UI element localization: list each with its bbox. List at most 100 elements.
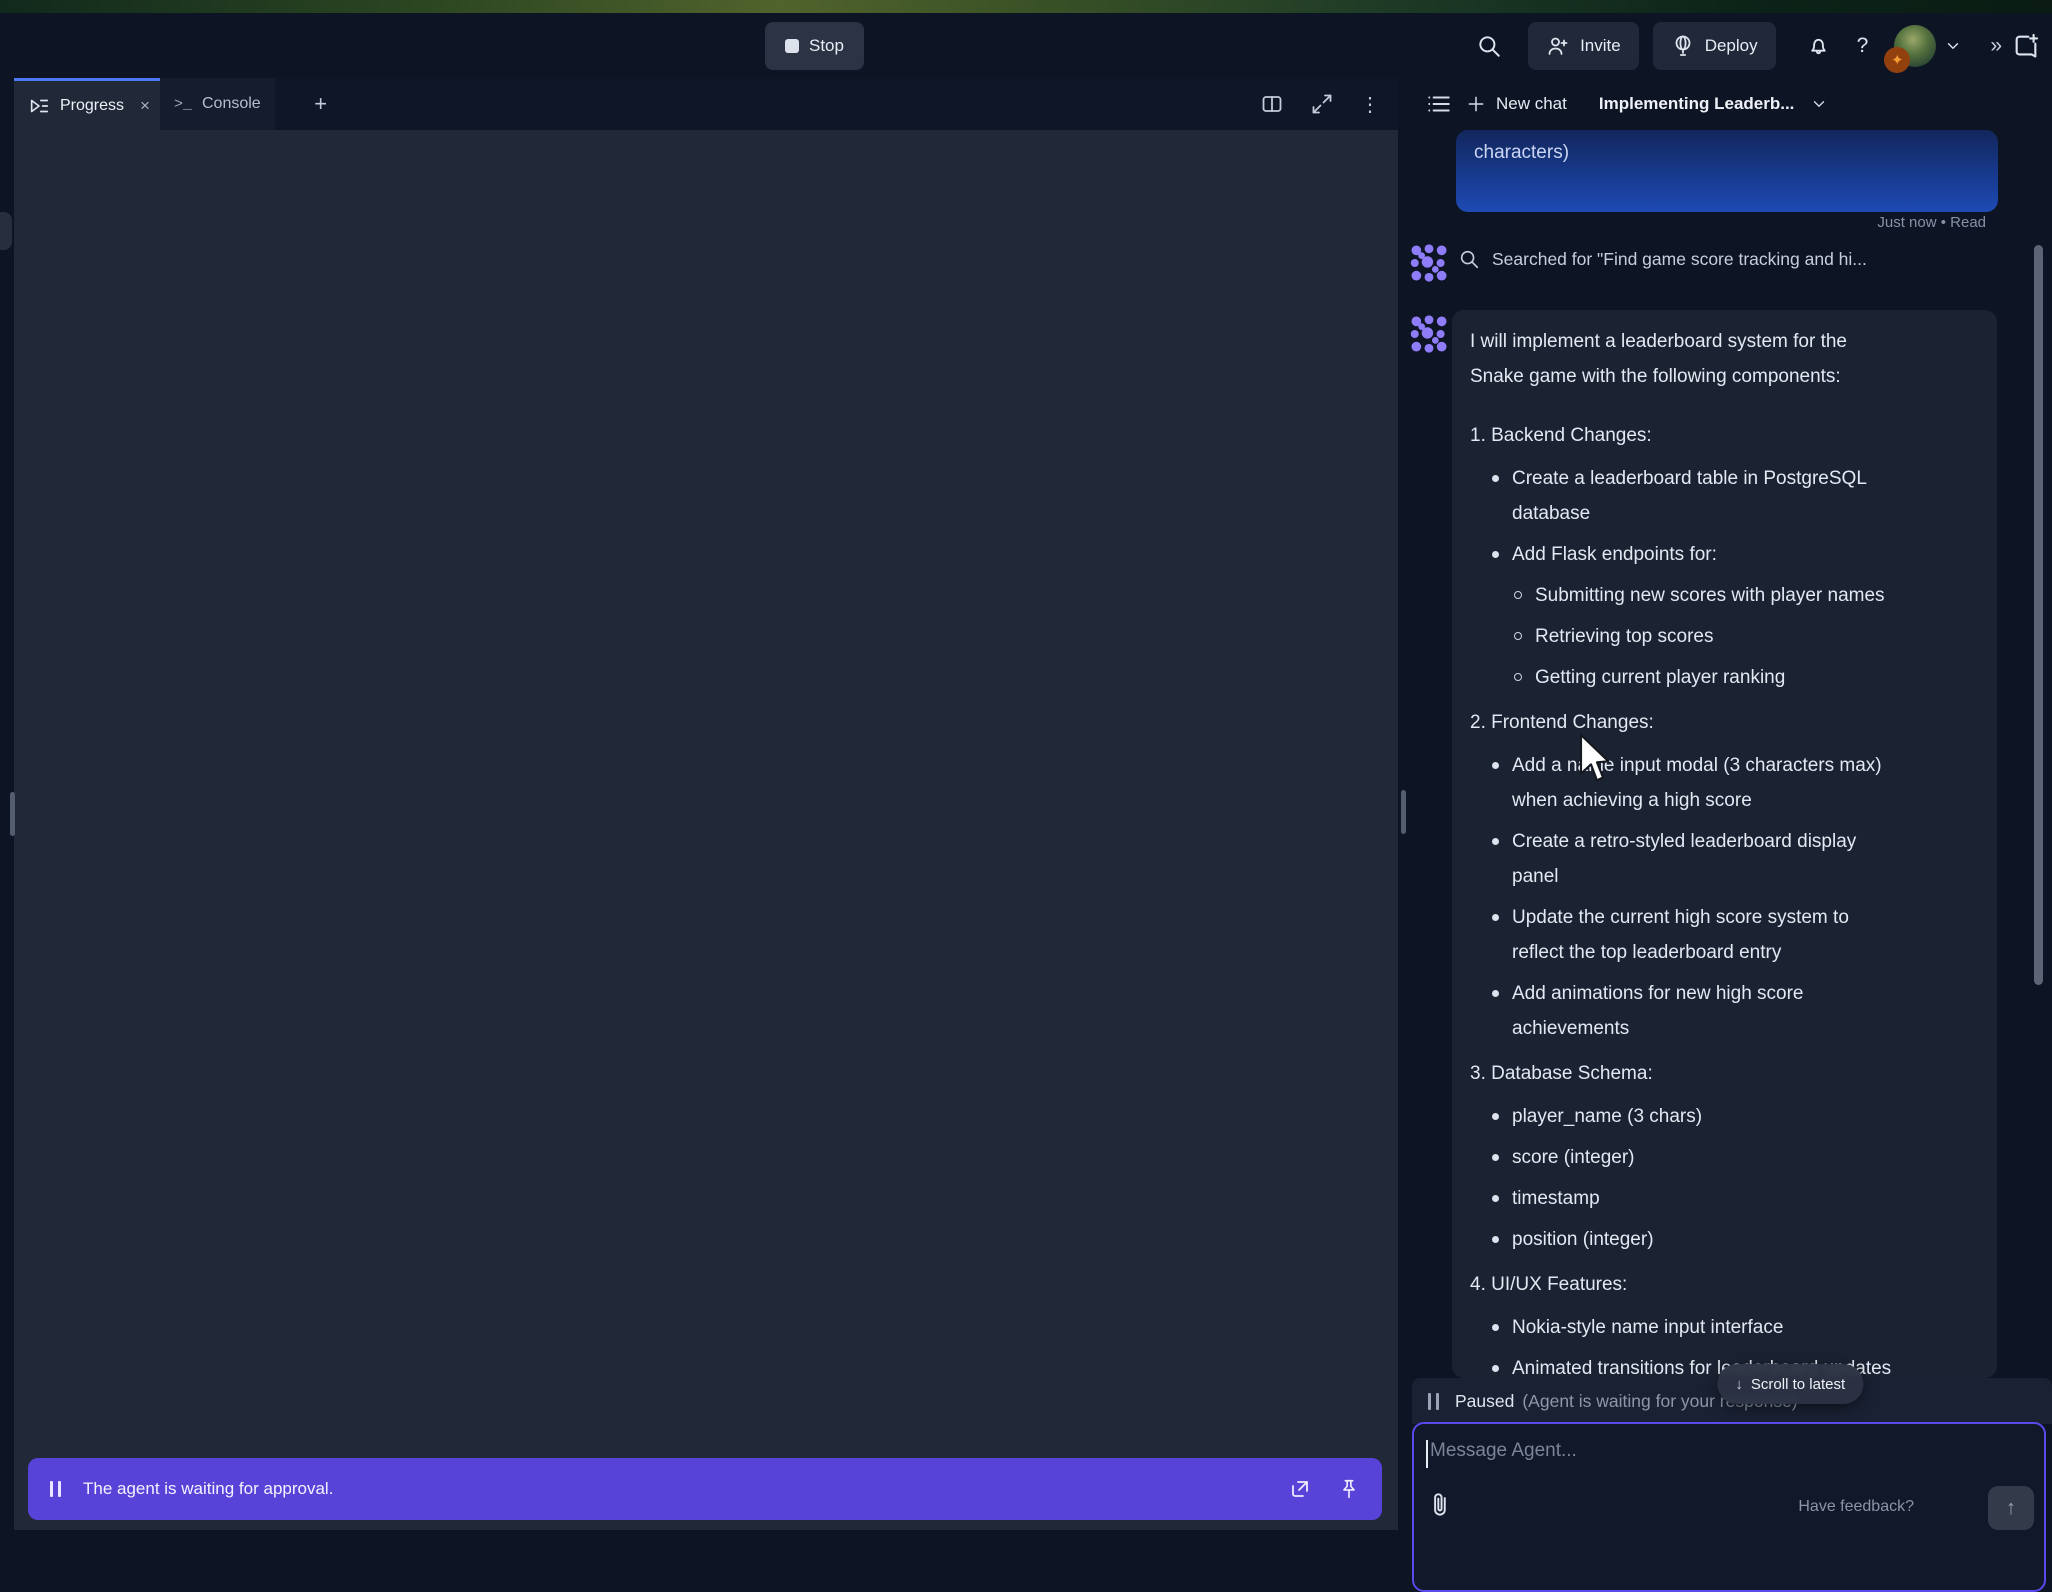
sub-bullet-item: Submitting new scores with player names (1492, 578, 1979, 613)
bullet-text: Nokia-style name input interface (1512, 1310, 1783, 1345)
sparkle-glyph: ✦ (1891, 51, 1904, 69)
section-title: 1. Backend Changes: (1470, 418, 1872, 453)
sub-bullet-text: Submitting new scores with player names (1535, 578, 1885, 613)
pin-icon[interactable] (1338, 1478, 1360, 1500)
deploy-button[interactable]: Deploy (1653, 22, 1776, 70)
bullet-item: Add animations for new high score achiev… (1492, 976, 1979, 1046)
message-meta: Just now • Read (1877, 214, 1986, 231)
panel-resize-handle[interactable] (1401, 790, 1406, 834)
invite-button[interactable]: Invite (1528, 22, 1639, 70)
sub-bullet-circle-icon (1514, 591, 1522, 599)
agent-logo-icon (1410, 315, 1448, 353)
agent-search-action-row[interactable]: Searched for "Find game score tracking a… (1458, 248, 1867, 270)
tab-progress-label: Progress (60, 97, 124, 115)
new-chat-label: New chat (1496, 94, 1567, 114)
split-view-icon[interactable] (1260, 92, 1284, 116)
tab-progress[interactable]: Progress × (14, 78, 160, 130)
bullet-dot-icon (1492, 1236, 1499, 1243)
edge-collapsed-button[interactable] (0, 212, 12, 250)
scroll-to-latest-button[interactable]: ↓ Scroll to latest (1717, 1364, 1863, 1404)
bullet-dot-icon (1492, 551, 1499, 558)
bullet-text: Create a retro-styled leaderboard displa… (1512, 824, 1898, 894)
sub-bullet-circle-icon (1514, 673, 1522, 681)
bullet-item: player_name (3 chars) (1492, 1099, 1979, 1134)
search-icon[interactable] (1476, 33, 1502, 59)
avatar[interactable]: ✦ (1894, 25, 1936, 67)
bullet-dot-icon (1492, 762, 1499, 769)
message-section: 3. Database Schema: player_name (3 chars… (1470, 1056, 1979, 1257)
sub-bullet-text: Getting current player ranking (1535, 660, 1785, 695)
stop-square-icon (785, 39, 799, 53)
bullet-dot-icon (1492, 1324, 1499, 1331)
sub-bullet-text: Retrieving top scores (1535, 619, 1713, 654)
left-resize-handle[interactable] (10, 792, 15, 836)
stop-label: Stop (809, 36, 844, 56)
bullet-item: timestamp (1492, 1181, 1979, 1216)
add-tab-button[interactable]: + (299, 78, 343, 130)
search-action-text: Searched for "Find game score tracking a… (1492, 249, 1867, 270)
section-title: 4. UI/UX Features: (1470, 1267, 1872, 1302)
sub-bullet-item: Retrieving top scores (1492, 619, 1979, 654)
user-message-text: characters) (1474, 142, 1569, 163)
bullet-item: Add Flask endpoints for: (1492, 537, 1979, 572)
help-icon[interactable]: ? (1857, 34, 1869, 58)
progress-pane: The agent is waiting for approval. (14, 130, 1398, 1530)
chat-list-icon[interactable] (1426, 91, 1452, 117)
deploy-label: Deploy (1705, 36, 1758, 56)
goto-source-icon[interactable] (1288, 1477, 1312, 1501)
pause-icon (1428, 1393, 1439, 1410)
notifications-bell-icon[interactable] (1806, 33, 1831, 58)
pane-menu-kebab-icon[interactable]: ⋮ (1360, 92, 1380, 117)
expand-pane-icon[interactable] (1310, 92, 1334, 116)
message-input[interactable]: Message Agent... Have feedback? ↑ (1412, 1422, 2046, 1592)
chat-scrollbar-thumb[interactable] (2034, 245, 2043, 985)
have-feedback-link[interactable]: Have feedback? (1798, 1498, 1914, 1516)
bullet-text: Add Flask endpoints for: (1512, 537, 1717, 572)
bullet-item: Nokia-style name input interface (1492, 1310, 1979, 1345)
agent-message-card: I will implement a leaderboard system fo… (1452, 310, 1997, 1378)
bullet-text: timestamp (1512, 1181, 1600, 1216)
collapse-panel-icon[interactable]: » (1990, 34, 2000, 58)
agent-chat-panel: New chat Implementing Leaderb... charact… (1412, 78, 2052, 1530)
bullet-item: Update the current high score system to … (1492, 900, 1979, 970)
deploy-icon (1671, 34, 1695, 58)
console-icon: >_ (174, 96, 192, 113)
progress-icon (28, 95, 50, 117)
new-thread-chat-icon[interactable] (2012, 32, 2040, 60)
bullet-dot-icon (1492, 1365, 1499, 1372)
message-section: 1. Backend Changes: Create a leaderboard… (1470, 418, 1979, 695)
invite-person-icon (1546, 34, 1570, 58)
close-tab-icon[interactable]: × (140, 96, 150, 116)
text-caret (1426, 1440, 1428, 1468)
tab-console[interactable]: >_ Console (160, 78, 275, 130)
bullet-dot-icon (1492, 990, 1499, 997)
bullet-text: Add a name input modal (3 characters max… (1512, 748, 1898, 818)
new-chat-button[interactable]: New chat (1466, 94, 1567, 114)
bullet-dot-icon (1492, 475, 1499, 482)
bullet-item: score (integer) (1492, 1140, 1979, 1175)
attach-paperclip-icon[interactable] (1428, 1490, 1454, 1520)
plus-icon (1466, 94, 1486, 114)
scroll-to-latest-label: Scroll to latest (1751, 1376, 1845, 1393)
arrow-up-icon: ↑ (2006, 1497, 2016, 1520)
bullet-item: Create a retro-styled leaderboard displa… (1492, 824, 1979, 894)
paused-status-strong: Paused (1455, 1391, 1514, 1412)
bullet-item: position (integer) (1492, 1222, 1979, 1257)
send-button[interactable]: ↑ (1988, 1486, 2034, 1530)
stop-button[interactable]: Stop (765, 22, 864, 70)
session-chevron-down-icon[interactable] (1810, 95, 1828, 113)
bullet-text: player_name (3 chars) (1512, 1099, 1702, 1134)
bullet-dot-icon (1492, 838, 1499, 845)
bullet-item: Add a name input modal (3 characters max… (1492, 748, 1979, 818)
topbar-right-cluster: Invite Deploy ? ✦ » (1476, 13, 2044, 78)
approval-banner-text: The agent is waiting for approval. (83, 1479, 333, 1499)
arrow-down-icon: ↓ (1735, 1376, 1743, 1393)
approval-banner: The agent is waiting for approval. (28, 1458, 1382, 1520)
session-title[interactable]: Implementing Leaderb... (1599, 94, 1795, 114)
message-input-placeholder: Message Agent... (1430, 1440, 1577, 1462)
bullet-text: Create a leaderboard table in PostgreSQL… (1512, 461, 1898, 531)
bullet-text: position (integer) (1512, 1222, 1654, 1257)
section-title: 3. Database Schema: (1470, 1056, 1872, 1091)
chevron-down-icon[interactable] (1944, 37, 1962, 55)
bullet-text: Add animations for new high score achiev… (1512, 976, 1898, 1046)
